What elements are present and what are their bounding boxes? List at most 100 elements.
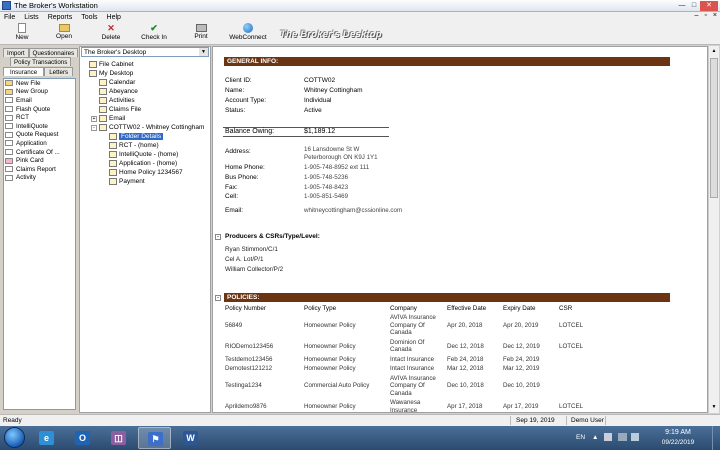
- collapse-policies-icon[interactable]: -: [215, 295, 221, 301]
- taskbar-app[interactable]: W: [174, 427, 207, 449]
- policy-number[interactable]: Demotest121212: [225, 365, 272, 373]
- show-desktop-button[interactable]: [712, 426, 719, 450]
- nav-item[interactable]: Email: [4, 96, 75, 105]
- policy-company: AVIVA Insurance: [390, 374, 436, 382]
- email-link[interactable]: whitneycottingham@cssionline.com: [304, 207, 402, 214]
- expand-icon[interactable]: +: [91, 115, 97, 122]
- tab-insurance[interactable]: Insurance: [3, 67, 45, 76]
- col-effective-date: Effective Date: [447, 305, 487, 312]
- open-button[interactable]: Open: [44, 23, 84, 44]
- menu-lists[interactable]: Lists: [24, 14, 38, 21]
- policy-number[interactable]: Testinga1234: [225, 382, 262, 390]
- nav-item[interactable]: Application: [4, 139, 75, 148]
- policy-number[interactable]: RIODemo123456: [225, 343, 273, 351]
- menu-file[interactable]: File: [4, 14, 15, 21]
- folder-details-view: GENERAL INFO: Client ID: COTTW02 Name: W…: [212, 46, 708, 413]
- tab-import[interactable]: Import: [3, 48, 29, 57]
- taskbar-app[interactable]: e: [30, 427, 63, 449]
- new-button[interactable]: New: [2, 23, 42, 44]
- collapse-producers-icon[interactable]: -: [215, 234, 221, 240]
- tree-node[interactable]: Claims File: [81, 105, 209, 114]
- menu-help[interactable]: Help: [107, 14, 121, 21]
- tree-node[interactable]: Application - (home): [81, 159, 209, 168]
- tree-node-label: Folder Details: [119, 133, 164, 140]
- show-hidden-icons-icon[interactable]: ▲: [592, 434, 598, 441]
- tree-node[interactable]: Abeyance: [81, 87, 209, 96]
- taskbar-app[interactable]: ⚑: [138, 427, 171, 449]
- policy-number[interactable]: Testdemo123456: [225, 356, 272, 364]
- policy-number[interactable]: Aprildemo9876: [225, 403, 267, 411]
- scroll-thumb[interactable]: [710, 58, 718, 198]
- tree-node[interactable]: Payment: [81, 177, 209, 186]
- nav-item[interactable]: Pink Card: [4, 156, 75, 165]
- maximize-icon[interactable]: □: [688, 1, 700, 11]
- nav-item[interactable]: New Group: [4, 88, 75, 97]
- tree-node[interactable]: Home Policy 1234567: [81, 168, 209, 177]
- main-scrollbar[interactable]: ▲ ▼: [708, 46, 719, 413]
- action-center-icon[interactable]: [604, 433, 612, 441]
- tree-node[interactable]: File Cabinet: [81, 60, 209, 69]
- expiry-date: Mar 12, 2019: [503, 365, 540, 373]
- nav-item[interactable]: Flash Quote: [4, 105, 75, 114]
- minimize-icon[interactable]: —: [676, 1, 688, 11]
- collapse-icon[interactable]: -: [91, 124, 97, 131]
- nav-item[interactable]: Activity: [4, 174, 75, 183]
- open-label: Open: [56, 33, 72, 40]
- mdi-close-icon[interactable]: ×: [713, 12, 717, 19]
- close-icon[interactable]: ✕: [700, 1, 718, 11]
- nav-item[interactable]: Claims Report: [4, 165, 75, 174]
- nav-item-icon: [5, 140, 13, 147]
- tree-node-label: File Cabinet: [99, 61, 134, 68]
- taskbar-app[interactable]: ◫: [102, 427, 135, 449]
- network-icon[interactable]: [618, 433, 627, 441]
- language-indicator[interactable]: EN: [576, 434, 585, 441]
- webconnect-button[interactable]: WebConnect: [228, 23, 268, 44]
- tab-questionnaires[interactable]: Questionnaires: [28, 48, 79, 57]
- scroll-up-icon[interactable]: ▲: [710, 47, 718, 56]
- col-expiry-date: Expiry Date: [503, 305, 536, 312]
- col-policy-type: Policy Type: [304, 305, 337, 312]
- tree-node[interactable]: RCT - (home): [81, 141, 209, 150]
- policy-number[interactable]: 56849: [225, 322, 242, 330]
- mdi-controls: – ▫ ×: [689, 12, 717, 19]
- menu-bar: File Lists Reports Tools Help – ▫ ×: [0, 12, 720, 22]
- nav-item-label: New Group: [16, 88, 48, 96]
- menu-tools[interactable]: Tools: [81, 14, 97, 21]
- taskbar-app[interactable]: O: [66, 427, 99, 449]
- outlook-icon: O: [75, 431, 90, 445]
- tree-node-label: RCT - (home): [119, 142, 159, 149]
- menu-reports[interactable]: Reports: [48, 14, 73, 21]
- clock-date[interactable]: 09/22/2019: [656, 439, 700, 446]
- tab-letters[interactable]: Letters: [44, 67, 74, 76]
- tree-node[interactable]: IntelliQuote - (home): [81, 150, 209, 159]
- check-in-button[interactable]: ✔ Check In: [134, 23, 174, 44]
- nav-item[interactable]: Certificate Of ...: [4, 148, 75, 157]
- delete-button[interactable]: ✕ Delete: [91, 23, 131, 44]
- tree-node[interactable]: Calendar: [81, 78, 209, 87]
- folder-icon: [99, 88, 107, 95]
- tree-node[interactable]: Folder Details: [81, 132, 209, 141]
- producer-item: William Collector/P/2: [225, 266, 284, 273]
- nav-item[interactable]: IntelliQuote: [4, 122, 75, 131]
- nav-item[interactable]: Quote Request: [4, 131, 75, 140]
- tree-node[interactable]: + Email: [81, 114, 209, 123]
- nav-item-icon: [5, 97, 13, 104]
- print-button[interactable]: Print: [181, 23, 221, 44]
- tree-node[interactable]: Activities: [81, 96, 209, 105]
- tree-node[interactable]: - COTTW02 - Whitney Cottingham: [81, 123, 209, 132]
- volume-icon[interactable]: [631, 433, 639, 441]
- nav-item[interactable]: New File: [4, 79, 75, 88]
- start-button[interactable]: [4, 427, 25, 448]
- nav-item-icon: [5, 174, 13, 181]
- tab-policy-transactions[interactable]: Policy Transactions: [10, 57, 72, 66]
- scroll-down-icon[interactable]: ▼: [710, 403, 718, 412]
- tree-node[interactable]: My Desktop: [81, 69, 209, 78]
- chevron-down-icon[interactable]: ▼: [199, 48, 208, 56]
- clock-time[interactable]: 9:19 AM: [656, 429, 700, 436]
- mdi-minimize-icon[interactable]: –: [695, 12, 699, 19]
- mdi-restore-icon[interactable]: ▫: [704, 12, 706, 19]
- nav-item-label: Flash Quote: [16, 105, 51, 113]
- desktop-selector[interactable]: The Broker's Desktop ▼: [81, 47, 209, 57]
- nav-item[interactable]: RCT: [4, 113, 75, 122]
- nav-item-icon: [5, 123, 13, 130]
